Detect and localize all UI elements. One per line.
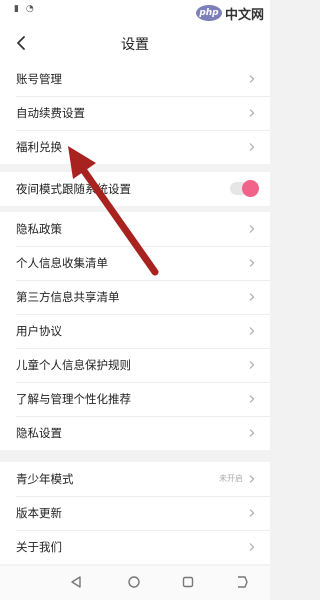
watermark-text: 中文网	[224, 7, 264, 23]
setting-label: 福利兑换	[16, 140, 62, 154]
setting-benefit-redeem[interactable]: 福利兑换	[0, 130, 270, 164]
setting-version-update[interactable]: 版本更新	[0, 496, 270, 530]
page-title: 设置	[121, 37, 149, 53]
setting-personal-info-list[interactable]: 个人信息收集清单	[0, 246, 270, 280]
chevron-right-icon	[249, 109, 255, 117]
setting-account-management[interactable]: 账号管理	[0, 62, 270, 96]
setting-label: 第三方信息共享清单	[16, 290, 120, 304]
menu-icon[interactable]	[234, 574, 250, 590]
chevron-right-icon	[249, 225, 255, 233]
setting-user-agreement[interactable]: 用户协议	[0, 314, 270, 348]
setting-label: 隐私设置	[16, 426, 62, 440]
chevron-right-icon	[249, 475, 255, 483]
night-mode-toggle[interactable]	[230, 180, 259, 197]
setting-label: 自动续费设置	[16, 106, 85, 120]
setting-label: 账号管理	[16, 72, 62, 86]
setting-privacy-policy[interactable]: 隐私政策	[0, 212, 270, 246]
watermark: php 中文网	[195, 4, 264, 23]
chevron-right-icon	[249, 75, 255, 83]
setting-night-mode: 夜间模式跟随系统设置	[0, 172, 270, 206]
setting-teen-mode[interactable]: 青少年模式 未开启	[0, 462, 270, 496]
watermark-badge: php	[195, 5, 222, 21]
teen-mode-status: 未开启	[219, 474, 243, 483]
display-group: 夜间模式跟随系统设置	[0, 172, 270, 206]
setting-label: 青少年模式	[16, 472, 74, 486]
setting-label: 个人信息收集清单	[16, 256, 108, 270]
chevron-right-icon	[249, 143, 255, 151]
setting-label: 用户协议	[16, 324, 62, 338]
chevron-right-icon	[249, 327, 255, 335]
toggle-knob	[242, 180, 259, 197]
setting-label: 夜间模式跟随系统设置	[16, 182, 131, 196]
setting-third-party-sharing[interactable]: 第三方信息共享清单	[0, 280, 270, 314]
status-icons: ▮ ◔	[14, 4, 36, 14]
setting-label: 儿童个人信息保护规则	[16, 358, 131, 372]
setting-label: 关于我们	[16, 540, 62, 554]
chevron-right-icon	[249, 361, 255, 369]
account-group: 账号管理 自动续费设置 福利兑换	[0, 62, 270, 164]
setting-child-protection[interactable]: 儿童个人信息保护规则	[0, 348, 270, 382]
chevron-right-icon	[249, 509, 255, 517]
chevron-right-icon	[249, 293, 255, 301]
setting-about-us[interactable]: 关于我们	[0, 530, 270, 564]
setting-auto-renew[interactable]: 自动续费设置	[0, 96, 270, 130]
privacy-group: 隐私政策 个人信息收集清单 第三方信息共享清单 用户协议 儿童个人信息保护规则 …	[0, 212, 270, 450]
square-recents-icon[interactable]	[180, 574, 196, 590]
system-nav-bar	[0, 566, 270, 600]
setting-personalized-recommend[interactable]: 了解与管理个性化推荐	[0, 382, 270, 416]
chevron-right-icon	[249, 395, 255, 403]
chevron-right-icon	[249, 259, 255, 267]
setting-privacy-settings[interactable]: 隐私设置	[0, 416, 270, 450]
status-bar: ▮ ◔ php 中文网	[0, 0, 270, 24]
chevron-right-icon	[249, 429, 255, 437]
setting-label: 版本更新	[16, 506, 62, 520]
setting-label: 隐私政策	[16, 222, 62, 236]
nav-bar: 设置	[0, 24, 270, 62]
setting-label: 了解与管理个性化推荐	[16, 392, 131, 406]
chevron-right-icon	[249, 543, 255, 551]
other-group: 青少年模式 未开启 版本更新 关于我们	[0, 462, 270, 564]
circle-home-icon[interactable]	[126, 574, 142, 590]
triangle-back-icon[interactable]	[68, 574, 84, 590]
